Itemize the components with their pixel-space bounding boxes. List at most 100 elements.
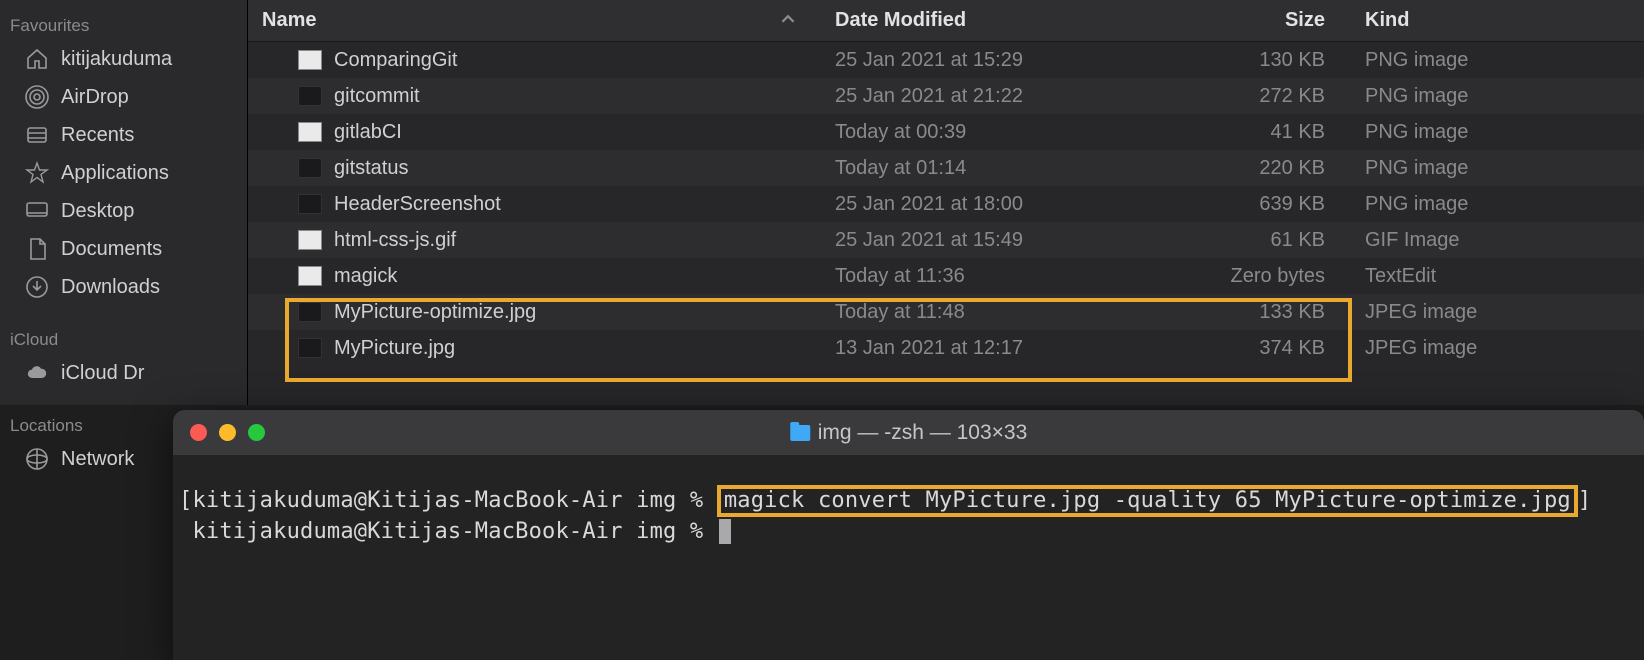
file-row[interactable]: gitlabCIToday at 00:3941 KBPNG image [248,114,1644,150]
sidebar-item-label: Downloads [61,276,160,299]
file-thumbnail-icon [298,336,322,360]
sidebar-item-label: AirDrop [61,86,129,109]
file-kind: GIF Image [1355,229,1644,252]
column-header-size[interactable]: Size [1165,9,1355,32]
minimize-button[interactable] [219,424,236,441]
file-thumbnail-icon [298,48,322,72]
prompt-bracket: ] [1578,488,1591,513]
documents-icon [24,237,50,261]
sidebar-item-recents[interactable]: Recents [0,116,247,154]
column-header-date[interactable]: Date Modified [815,9,1165,32]
terminal-prompt: kitijakuduma@Kitijas-MacBook-Air img % [192,519,703,544]
close-button[interactable] [190,424,207,441]
sidebar-item-label: kitijakuduma [61,48,172,71]
file-date: Today at 01:14 [815,157,1165,180]
file-kind: PNG image [1355,193,1644,216]
applications-icon [24,161,50,185]
home-icon [24,47,50,71]
sidebar-item-label: Documents [61,238,162,261]
file-size: 220 KB [1165,157,1355,180]
file-name: MyPicture-optimize.jpg [334,301,815,324]
file-thumbnail-icon [298,264,322,288]
file-date: Today at 11:48 [815,301,1165,324]
file-thumbnail-icon [298,156,322,180]
file-name: HeaderScreenshot [334,193,815,216]
file-row[interactable]: MyPicture-optimize.jpgToday at 11:48133 … [248,294,1644,330]
terminal-prompt: kitijakuduma@Kitijas-MacBook-Air img % [192,488,703,513]
cloud-icon [24,361,50,385]
terminal-body[interactable]: [kitijakuduma@Kitijas-MacBook-Air img % … [173,455,1644,547]
sidebar-item-label: Applications [61,162,169,185]
finder-window: Favourites kitijakuduma AirDrop Recents … [0,0,1644,405]
file-row[interactable]: HeaderScreenshot25 Jan 2021 at 18:00639 … [248,186,1644,222]
prompt-bracket: [ [179,488,192,513]
file-size: 639 KB [1165,193,1355,216]
terminal-cursor [719,519,731,544]
finder-list-view: Name Date Modified Size Kind ComparingGi… [248,0,1644,405]
airdrop-icon [24,85,50,109]
file-thumbnail-icon [298,228,322,252]
file-name: ComparingGit [334,49,815,72]
file-kind: PNG image [1355,49,1644,72]
file-date: Today at 00:39 [815,121,1165,144]
sidebar-item-documents[interactable]: Documents [0,230,247,268]
file-date: 25 Jan 2021 at 15:49 [815,229,1165,252]
file-size: 130 KB [1165,49,1355,72]
desktop-icon [24,199,50,223]
sidebar-item-airdrop[interactable]: AirDrop [0,78,247,116]
file-thumbnail-icon [298,84,322,108]
column-header-name-label: Name [262,9,316,32]
file-row[interactable]: gitcommit25 Jan 2021 at 21:22272 KBPNG i… [248,78,1644,114]
section-title-favourites: Favourites [0,10,247,40]
terminal-title-text: img — -zsh — 103×33 [818,421,1028,445]
file-name: gitlabCI [334,121,815,144]
file-date: 25 Jan 2021 at 21:22 [815,85,1165,108]
sidebar-item-downloads[interactable]: Downloads [0,268,247,306]
file-row[interactable]: html-css-js.gif25 Jan 2021 at 15:4961 KB… [248,222,1644,258]
sidebar-item-label: Desktop [61,200,134,223]
file-date: 25 Jan 2021 at 15:29 [815,49,1165,72]
file-thumbnail-icon [298,192,322,216]
network-icon [24,447,50,471]
file-kind: JPEG image [1355,301,1644,324]
sidebar-item-applications[interactable]: Applications [0,154,247,192]
file-date: 13 Jan 2021 at 12:17 [815,337,1165,360]
file-name: gitstatus [334,157,815,180]
file-size: 61 KB [1165,229,1355,252]
file-row[interactable]: gitstatusToday at 01:14220 KBPNG image [248,150,1644,186]
column-headers: Name Date Modified Size Kind [248,0,1644,42]
file-kind: TextEdit [1355,265,1644,288]
recents-icon [24,123,50,147]
file-name: magick [334,265,815,288]
file-thumbnail-icon [298,300,322,324]
sidebar: Favourites kitijakuduma AirDrop Recents … [0,0,248,405]
column-header-name[interactable]: Name [248,9,815,32]
sidebar-item-home[interactable]: kitijakuduma [0,40,247,78]
sidebar-item-desktop[interactable]: Desktop [0,192,247,230]
file-kind: PNG image [1355,157,1644,180]
file-thumbnail-icon [298,120,322,144]
file-size: 41 KB [1165,121,1355,144]
file-row[interactable]: ComparingGit25 Jan 2021 at 15:29130 KBPN… [248,42,1644,78]
file-row[interactable]: MyPicture.jpg13 Jan 2021 at 12:17374 KBJ… [248,330,1644,366]
terminal-command-highlighted: magick convert MyPicture.jpg -quality 65… [717,485,1578,517]
file-name: gitcommit [334,85,815,108]
folder-icon [790,425,810,441]
file-size: 133 KB [1165,301,1355,324]
file-kind: PNG image [1355,85,1644,108]
sort-ascending-icon [781,9,795,32]
sidebar-item-icloud-drive[interactable]: iCloud Dr [0,354,247,392]
file-date: 25 Jan 2021 at 18:00 [815,193,1165,216]
zoom-button[interactable] [248,424,265,441]
terminal-titlebar[interactable]: img — -zsh — 103×33 [173,410,1644,455]
traffic-lights [190,424,265,441]
sidebar-item-label: iCloud Dr [61,362,144,385]
sidebar-item-label: Network [61,448,134,471]
file-date: Today at 11:36 [815,265,1165,288]
file-size: 272 KB [1165,85,1355,108]
column-header-kind[interactable]: Kind [1355,9,1644,32]
file-kind: JPEG image [1355,337,1644,360]
downloads-icon [24,275,50,299]
file-kind: PNG image [1355,121,1644,144]
file-row[interactable]: magickToday at 11:36Zero bytesTextEdit [248,258,1644,294]
